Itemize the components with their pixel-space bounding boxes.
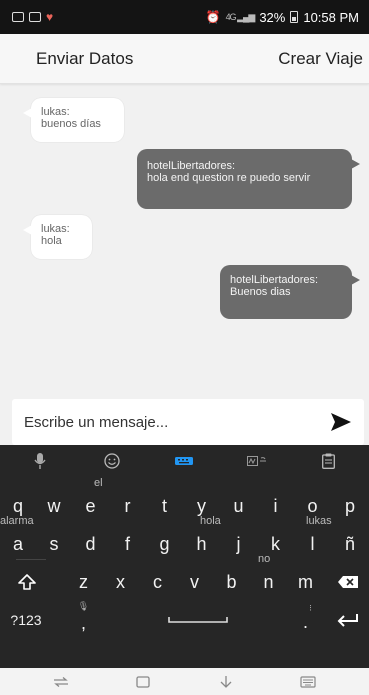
- app-header: Enviar Datos Crear Viaje: [0, 34, 369, 84]
- message-sender: lukas:: [41, 106, 70, 118]
- key-g[interactable]: g: [146, 527, 183, 561]
- handwriting-icon[interactable]: [229, 445, 285, 477]
- key-suggestion: el: [94, 477, 103, 489]
- key-t[interactable]: t: [146, 489, 183, 523]
- recents-icon[interactable]: [41, 672, 81, 692]
- key-d[interactable]: d: [72, 527, 109, 561]
- comma-label: ,: [80, 612, 86, 633]
- key-suggestion: hola: [200, 515, 221, 527]
- key-l[interactable]: l: [294, 527, 331, 561]
- key-a[interactable]: a: [0, 527, 36, 561]
- enter-key[interactable]: [326, 603, 369, 637]
- mic-icon[interactable]: [12, 445, 68, 477]
- key-suggestion: alarma: [0, 515, 34, 527]
- battery-icon: [290, 11, 299, 23]
- message-text: buenos días: [41, 118, 101, 130]
- heart-icon: ♥: [46, 10, 54, 24]
- period-key[interactable]: ⁝ .: [287, 603, 324, 637]
- clipboard-icon[interactable]: [301, 445, 357, 477]
- comma-mic-icon: 🎙: [77, 601, 90, 611]
- key-suggestion: no: [258, 553, 271, 565]
- message-text: Buenos dias: [230, 286, 291, 298]
- shift-icon: [18, 574, 36, 590]
- key-suggestion: lukas: [306, 515, 332, 527]
- soft-keyboard: el q w e r t y u i o p alarma hola lukas…: [0, 445, 369, 668]
- status-bar: ♥ ⏰ 4G ▂▄▆ 32% 10:58 PM: [0, 0, 369, 34]
- status-left-icons: ♥: [12, 11, 53, 23]
- key-m[interactable]: m: [287, 565, 324, 599]
- symbols-key[interactable]: ?123: [2, 603, 50, 637]
- incoming-message: lukas: hola: [23, 215, 92, 259]
- system-nav-bar: [0, 668, 369, 695]
- message-sender: hotelLibertadores:: [230, 274, 319, 286]
- key-s[interactable]: s: [36, 527, 72, 561]
- key-x[interactable]: x: [102, 565, 139, 599]
- key-j[interactable]: j: [220, 527, 257, 561]
- keyboard-row-3: no z x c v b n m: [0, 553, 369, 601]
- key-i[interactable]: i: [257, 489, 294, 523]
- photo-icon: [29, 12, 41, 22]
- network-type: 4G: [225, 11, 237, 22]
- keyboard-row-4: ?123 🎙 , ⁝ .: [0, 601, 369, 639]
- signal-icon: 4G ▂▄▆: [225, 11, 256, 22]
- gallery-icon: [12, 12, 24, 22]
- keyboard-row-2: alarma hola lukas a s d f g h j k l ñ: [0, 515, 369, 563]
- space-key[interactable]: [110, 603, 285, 637]
- message-input[interactable]: [24, 413, 304, 431]
- row-divider: [16, 559, 46, 560]
- message-text: hola: [41, 235, 62, 247]
- enter-icon: [337, 613, 359, 627]
- keyboard-switch-icon[interactable]: [288, 672, 328, 692]
- key-w[interactable]: w: [36, 489, 72, 523]
- period-alt-hint: ⁝: [309, 603, 312, 613]
- key-z[interactable]: z: [65, 565, 102, 599]
- send-data-button[interactable]: Enviar Datos: [36, 49, 133, 69]
- key-u[interactable]: u: [220, 489, 257, 523]
- key-n-tilde[interactable]: ñ: [331, 527, 369, 561]
- shift-key[interactable]: [2, 565, 52, 599]
- message-text: hola end question re puedo servir: [147, 172, 311, 184]
- backspace-key[interactable]: [326, 565, 369, 599]
- key-c[interactable]: c: [139, 565, 176, 599]
- key-n[interactable]: n: [250, 565, 287, 599]
- home-icon[interactable]: [123, 672, 163, 692]
- key-h[interactable]: h: [183, 527, 220, 561]
- period-label: .: [302, 611, 308, 632]
- key-p[interactable]: p: [331, 489, 369, 523]
- emoji-icon[interactable]: [84, 445, 140, 477]
- alarm-icon: ⏰: [205, 10, 221, 24]
- message-sender: hotelLibertadores:: [147, 160, 236, 172]
- keyboard-toolbar: [0, 445, 369, 477]
- key-r[interactable]: r: [109, 489, 146, 523]
- chat-message-list[interactable]: lukas: buenos días hotelLibertadores: ho…: [0, 85, 369, 395]
- incoming-message: lukas: buenos días: [23, 98, 124, 142]
- keyboard-icon[interactable]: [156, 445, 212, 477]
- outgoing-message: hotelLibertadores: Buenos dias: [220, 265, 360, 319]
- hide-keyboard-icon[interactable]: [206, 672, 246, 692]
- key-e[interactable]: e: [72, 489, 109, 523]
- message-composer: [12, 399, 364, 445]
- key-b[interactable]: b: [213, 565, 250, 599]
- outgoing-message: hotelLibertadores: hola end question re …: [137, 149, 360, 209]
- key-f[interactable]: f: [109, 527, 146, 561]
- backspace-icon: [337, 575, 359, 589]
- message-sender: lukas:: [41, 223, 70, 235]
- status-time: 10:58 PM: [303, 9, 359, 25]
- status-right-icons: ⏰ 4G ▂▄▆ 32% 10:58 PM: [206, 10, 359, 25]
- key-v[interactable]: v: [176, 565, 213, 599]
- comma-key[interactable]: 🎙 ,: [65, 601, 102, 637]
- space-bar-icon: [167, 616, 228, 624]
- battery-percent: 32%: [259, 9, 286, 25]
- create-trip-button[interactable]: Crear Viaje: [278, 49, 363, 69]
- send-icon[interactable]: [330, 412, 352, 432]
